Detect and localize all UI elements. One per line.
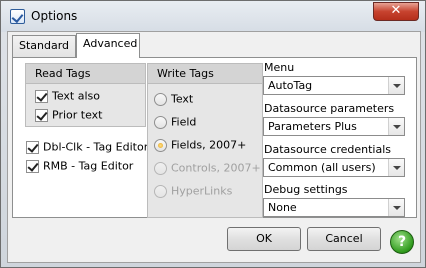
menu-label: Menu	[264, 61, 295, 74]
read-tags-title: Read Tags	[26, 64, 145, 84]
write-text-radio[interactable]: Text	[154, 91, 193, 107]
advanced-tab-panel: Read Tags Text also Prior text Dbl-Clk -…	[12, 57, 417, 218]
radio-icon	[154, 161, 167, 175]
write-tags-group: Write Tags Text Field Fields, 2007+ Cont…	[147, 63, 263, 218]
write-field-radio[interactable]: Field	[154, 114, 196, 130]
app-icon	[10, 9, 25, 24]
dblclk-tag-editor-checkbox[interactable]: Dbl-Clk - Tag Editor	[26, 139, 148, 155]
write-hyperlinks-radio: HyperLinks	[154, 183, 232, 199]
window-title: Options	[31, 9, 78, 23]
datasource-credentials-select[interactable]: Common (all users)	[263, 158, 405, 177]
write-fields-2007-radio[interactable]: Fields, 2007+	[154, 137, 246, 153]
debug-settings-label: Debug settings	[264, 183, 348, 196]
help-icon[interactable]: ?	[390, 230, 414, 254]
chevron-down-icon[interactable]	[388, 199, 404, 216]
chevron-down-icon[interactable]	[388, 118, 404, 135]
title-bar: Options ✕	[1, 1, 425, 32]
checkbox-icon	[35, 108, 48, 122]
radio-icon	[154, 92, 167, 106]
write-tags-title: Write Tags	[148, 64, 262, 84]
chevron-down-icon[interactable]	[388, 159, 404, 176]
write-controls-2007-radio: Controls, 2007+	[154, 160, 261, 176]
debug-settings-select[interactable]: None	[263, 198, 405, 217]
menu-select[interactable]: AutoTag	[263, 76, 405, 95]
read-tags-group: Read Tags Text also Prior text	[25, 63, 146, 127]
radio-icon	[154, 184, 167, 198]
tab-standard[interactable]: Standard	[12, 35, 76, 57]
text-also-checkbox[interactable]: Text also	[35, 88, 100, 104]
checkbox-icon	[26, 159, 39, 173]
rmb-tag-editor-checkbox[interactable]: RMB - Tag Editor	[26, 158, 133, 174]
options-dialog: Options ✕ Standard Advanced Read Tags Te…	[0, 0, 426, 268]
close-button[interactable]: ✕	[373, 2, 419, 21]
checkbox-icon	[26, 140, 39, 154]
radio-icon	[154, 115, 167, 129]
ok-button[interactable]: OK	[227, 227, 301, 251]
chevron-down-icon[interactable]	[388, 77, 404, 94]
prior-text-checkbox[interactable]: Prior text	[35, 107, 102, 123]
radio-selected-icon	[154, 138, 167, 152]
datasource-parameters-select[interactable]: Parameters Plus	[263, 117, 405, 136]
datasource-credentials-label: Datasource credentials	[264, 143, 392, 156]
datasource-parameters-label: Datasource parameters	[264, 102, 395, 115]
tab-advanced[interactable]: Advanced	[76, 33, 140, 58]
cancel-button[interactable]: Cancel	[307, 227, 381, 251]
checkbox-icon	[35, 89, 48, 103]
